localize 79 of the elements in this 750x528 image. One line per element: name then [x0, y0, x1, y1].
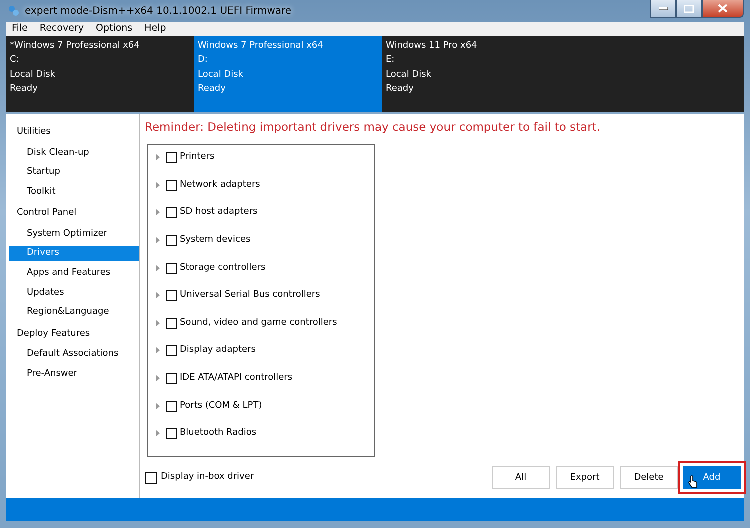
disk-type: Local Disk — [198, 68, 245, 81]
checkbox[interactable] — [166, 318, 177, 329]
image-status: Ready — [386, 82, 415, 96]
checkbox[interactable] — [166, 262, 177, 274]
sidebar-item[interactable]: Pre-Answer — [9, 366, 139, 382]
action-button[interactable]: All — [492, 466, 550, 489]
sidebar-item[interactable]: Apps and Features — [9, 266, 139, 281]
driver-category: Network adapters — [180, 180, 260, 191]
app-icon — [8, 5, 20, 17]
expand-arrow-icon[interactable] — [156, 430, 160, 438]
expand-arrow-icon[interactable] — [156, 320, 160, 327]
checkbox[interactable] — [166, 152, 177, 163]
driver-category: Display adapters — [180, 345, 256, 356]
maximize-icon — [684, 4, 694, 12]
minimize-icon — [658, 6, 668, 10]
sidebar-item[interactable]: Drivers — [9, 246, 139, 262]
sidebar-item[interactable]: System Optimizer — [9, 226, 139, 242]
menu-item[interactable]: Recovery — [34, 22, 90, 36]
expand-arrow-icon[interactable] — [156, 375, 160, 382]
drive-letter: C: — [10, 54, 20, 67]
sidebar-item[interactable]: Startup — [9, 165, 139, 180]
checkbox[interactable] — [166, 428, 177, 440]
driver-category: IDE ATA/ATAPI controllers — [180, 373, 293, 384]
close-icon — [718, 4, 728, 13]
expand-arrow-icon[interactable] — [156, 402, 160, 410]
checkbox[interactable] — [145, 472, 157, 484]
disk-type: Local Disk — [386, 68, 433, 81]
window-title: expert mode-Dism++x64 10.1.1002.1 UEFI Firmware — [25, 6, 292, 16]
drive-letter: E: — [386, 54, 396, 67]
expand-arrow-icon[interactable] — [156, 347, 160, 354]
sidebar-item[interactable]: Toolkit — [9, 184, 139, 200]
expand-arrow-icon[interactable] — [156, 182, 160, 189]
menu-item[interactable]: Help — [138, 22, 172, 36]
drive-letter: D: — [198, 54, 209, 67]
driver-category: Bluetooth Radios — [180, 428, 257, 440]
menu-item[interactable]: File — [6, 22, 34, 36]
checkbox[interactable] — [166, 290, 177, 302]
sidebar-item[interactable]: Region&Language — [9, 305, 139, 320]
driver-category: Storage controllers — [180, 262, 266, 274]
sidebar-group-label: Utilities — [16, 126, 52, 139]
action-button[interactable]: Add — [683, 466, 741, 489]
action-button[interactable]: Delete — [620, 466, 678, 489]
image-tab[interactable]: Windows 7 Professional x64 D: Local Disk Ready — [194, 36, 382, 112]
close-button[interactable] — [702, 0, 744, 18]
minimize-button[interactable] — [650, 0, 676, 18]
expand-arrow-icon[interactable] — [156, 154, 160, 161]
driver-category: System devices — [180, 234, 251, 246]
warning-text: Reminder: Deleting important drivers may cause your computer to fail to start. — [145, 120, 602, 136]
driver-category: Printers — [180, 152, 215, 163]
checkbox-label: Display in-box driver — [161, 472, 254, 483]
image-status: Ready — [10, 82, 39, 96]
checkbox[interactable] — [166, 345, 177, 356]
driver-category: SD host adapters — [180, 207, 258, 218]
sidebar-item[interactable]: Default Associations — [9, 347, 139, 362]
maximize-button[interactable] — [676, 0, 702, 18]
sidebar-group-label: Control Panel — [16, 207, 78, 220]
image-name: *Windows 7 Professional x64 — [10, 40, 141, 52]
driver-category: Sound, video and game controllers — [180, 318, 338, 329]
hand-cursor-icon — [688, 475, 698, 488]
checkbox[interactable] — [166, 400, 177, 412]
action-button[interactable]: Export — [556, 466, 614, 489]
image-status: Ready — [198, 82, 227, 96]
driver-category: Ports (COM & LPT) — [180, 400, 262, 412]
checkbox[interactable] — [166, 180, 177, 191]
expand-arrow-icon[interactable] — [156, 292, 160, 300]
expand-arrow-icon[interactable] — [156, 264, 160, 272]
disk-type: Local Disk — [10, 68, 57, 81]
checkbox[interactable] — [166, 373, 177, 384]
expand-arrow-icon[interactable] — [156, 209, 160, 216]
sidebar-group-label: Deploy Features — [16, 328, 92, 341]
expand-arrow-icon[interactable] — [156, 236, 160, 244]
sidebar-item[interactable]: Disk Clean-up — [9, 146, 139, 160]
image-name: Windows 7 Professional x64 — [198, 40, 324, 52]
menu-item[interactable]: Options — [90, 22, 139, 36]
driver-category: Universal Serial Bus controllers — [180, 290, 320, 302]
image-name: Windows 11 Pro x64 — [386, 40, 478, 52]
checkbox[interactable] — [166, 234, 177, 246]
checkbox[interactable] — [166, 207, 177, 218]
sidebar-item[interactable]: Updates — [9, 286, 139, 301]
